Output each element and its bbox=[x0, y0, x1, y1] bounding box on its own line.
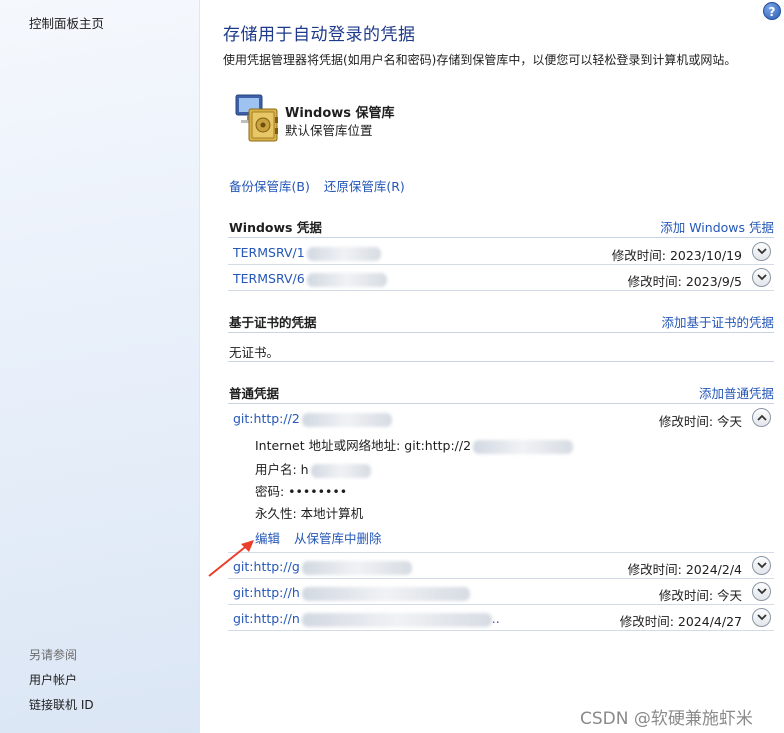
credential-row-expanded[interactable]: git:http://2 修改时间: 今天 bbox=[228, 405, 774, 431]
redacted-text bbox=[473, 439, 574, 454]
page-title: 存储用于自动登录的凭据 bbox=[223, 25, 416, 45]
page-description: 使用凭据管理器将凭据(如用户名和密码)存储到保管库中，以便您可以轻松登录到计算机… bbox=[223, 53, 737, 67]
address-label: Internet 地址或网络地址: git:http://2 bbox=[255, 438, 472, 453]
watermark: CSDN @软硬兼施虾米 bbox=[580, 709, 753, 729]
modified-time: 修改时间: 2024/4/27 bbox=[619, 614, 742, 629]
truncation-ellipsis: .. bbox=[491, 611, 500, 626]
modified-time: 修改时间: 2023/10/19 bbox=[611, 248, 742, 263]
expand-chevron-icon[interactable] bbox=[752, 268, 771, 287]
credential-name[interactable]: git:http://n bbox=[233, 611, 300, 626]
no-certificates-text: 无证书。 bbox=[229, 345, 280, 360]
credential-row[interactable]: git:http://g 修改时间: 2024/2/4 bbox=[228, 552, 774, 579]
credential-row[interactable]: git:http://n.. 修改时间: 2024/4/27 bbox=[228, 605, 774, 631]
redacted-text bbox=[301, 612, 492, 627]
windows-credentials-title: Windows 凭据 bbox=[229, 220, 322, 235]
redacted-text bbox=[306, 246, 381, 261]
modified-time: 修改时间: 今天 bbox=[658, 588, 742, 603]
vault-location: 默认保管库位置 bbox=[285, 123, 373, 138]
generic-credentials-header: 普通凭据 添加普通凭据 bbox=[228, 380, 774, 404]
vault-operations: 备份保管库(B) 还原保管库(R) bbox=[229, 176, 415, 195]
credential-row[interactable]: TERMSRV/6 修改时间: 2023/9/5 bbox=[228, 265, 774, 291]
link-online-id-link[interactable]: 链接联机 ID bbox=[29, 696, 94, 713]
credential-name[interactable]: git:http://h bbox=[233, 585, 300, 600]
persistence-detail: 永久性: 本地计算机 bbox=[255, 506, 364, 521]
credential-name-wrap: git:http://h bbox=[233, 585, 470, 601]
sidebar: 控制面板主页 另请参阅 用户帐户 链接联机 ID bbox=[0, 0, 200, 733]
modified-time: 修改时间: 2023/9/5 bbox=[627, 274, 742, 289]
expand-chevron-icon[interactable] bbox=[752, 582, 771, 601]
vault-name: Windows 保管库 bbox=[285, 106, 395, 121]
divider bbox=[228, 361, 774, 362]
windows-credentials-header: Windows 凭据 添加 Windows 凭据 bbox=[228, 214, 774, 238]
username-detail: 用户名: h bbox=[255, 459, 371, 478]
remove-from-vault-link[interactable]: 从保管库中删除 bbox=[294, 531, 382, 546]
expand-chevron-icon[interactable] bbox=[752, 608, 771, 627]
username-label: 用户名: h bbox=[255, 462, 309, 477]
redacted-text bbox=[301, 560, 412, 575]
credential-row[interactable]: TERMSRV/1 修改时间: 2023/10/19 bbox=[228, 239, 774, 265]
credential-row[interactable]: git:http://h 修改时间: 今天 bbox=[228, 579, 774, 605]
restore-vault-link[interactable]: 还原保管库(R) bbox=[324, 179, 405, 194]
annotation-arrow-icon bbox=[208, 540, 254, 577]
generic-credentials-title: 普通凭据 bbox=[229, 386, 280, 401]
backup-vault-link[interactable]: 备份保管库(B) bbox=[229, 179, 310, 194]
certificate-credentials-title: 基于证书的凭据 bbox=[229, 315, 317, 330]
control-panel-home-link[interactable]: 控制面板主页 bbox=[29, 13, 104, 32]
credential-actions: 编辑 从保管库中删除 bbox=[255, 528, 392, 547]
credential-name[interactable]: TERMSRV/6 bbox=[233, 271, 305, 286]
credential-name-wrap: git:http://2 bbox=[233, 411, 392, 427]
add-generic-credential-link[interactable]: 添加普通凭据 bbox=[699, 383, 774, 402]
expand-chevron-icon[interactable] bbox=[752, 242, 771, 261]
see-also-heading: 另请参阅 bbox=[29, 648, 78, 662]
user-accounts-link[interactable]: 用户帐户 bbox=[29, 671, 77, 688]
credential-name-wrap: TERMSRV/6 bbox=[233, 271, 387, 287]
redacted-text bbox=[310, 463, 371, 478]
credential-name[interactable]: TERMSRV/1 bbox=[233, 245, 305, 260]
collapse-chevron-icon[interactable] bbox=[752, 408, 771, 427]
redacted-text bbox=[306, 272, 387, 287]
main-content: 存储用于自动登录的凭据 使用凭据管理器将凭据(如用户名和密码)存储到保管库中，以… bbox=[200, 0, 784, 733]
password-detail: 密码: •••••••• bbox=[255, 484, 348, 499]
address-detail: Internet 地址或网络地址: git:http://2 bbox=[255, 435, 574, 454]
modified-time: 修改时间: 今天 bbox=[658, 414, 742, 429]
redacted-text bbox=[301, 412, 392, 427]
certificate-credentials-header: 基于证书的凭据 添加基于证书的凭据 bbox=[228, 309, 774, 333]
modified-time: 修改时间: 2024/2/4 bbox=[627, 562, 742, 577]
credential-name-wrap: git:http://g bbox=[233, 559, 412, 575]
credential-name-wrap: TERMSRV/1 bbox=[233, 245, 381, 261]
expand-chevron-icon[interactable] bbox=[752, 556, 771, 575]
redacted-text bbox=[301, 586, 470, 601]
credential-name-wrap: git:http://n.. bbox=[233, 611, 500, 627]
vault-icon bbox=[233, 93, 283, 145]
add-windows-credential-link[interactable]: 添加 Windows 凭据 bbox=[660, 217, 774, 236]
add-certificate-credential-link[interactable]: 添加基于证书的凭据 bbox=[661, 312, 774, 331]
credential-name[interactable]: git:http://2 bbox=[233, 411, 300, 426]
